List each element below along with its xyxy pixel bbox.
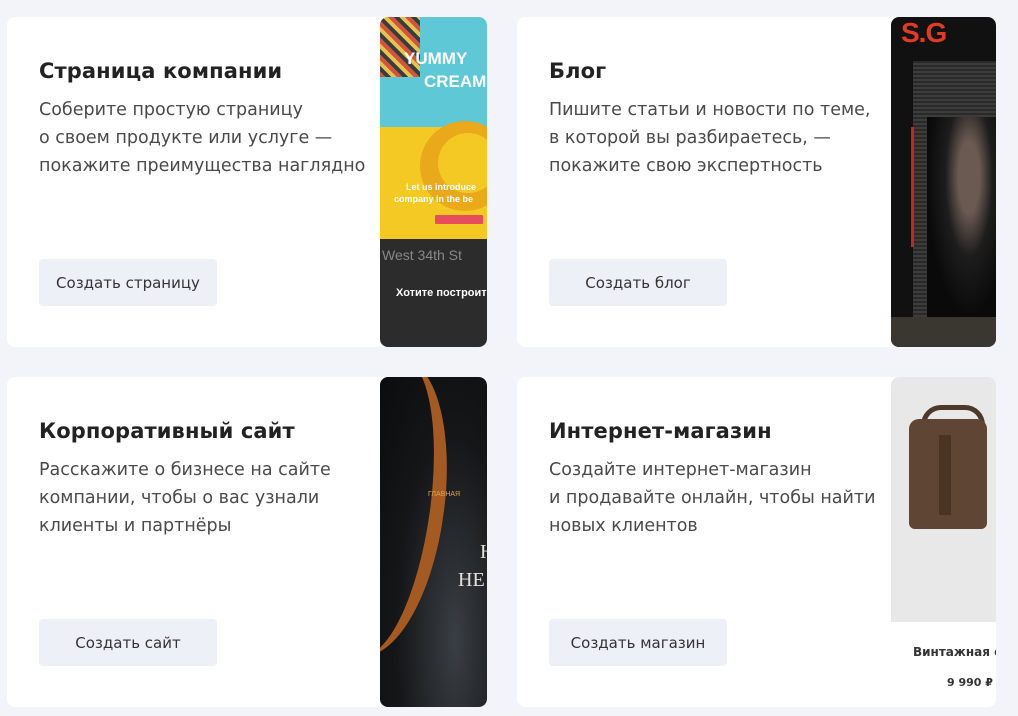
preview-store-image: Винтажная су 9 990 ₽ (891, 377, 996, 707)
description-line: Пишите статьи и новости по теме, (549, 100, 871, 120)
preview-text: Хотите построить (396, 287, 487, 299)
description-line: о своем продукте или услуге — (39, 128, 333, 148)
preview-arc (380, 377, 465, 665)
card-description: Создайте интернет-магазин и продавайте о… (549, 456, 879, 540)
backpack-strap (939, 435, 951, 515)
card-title: Корпоративный сайт (39, 419, 295, 443)
description-line: покажите преимущества наглядно (39, 156, 366, 176)
preview-nav-text: ГЛАВНАЯ (428, 491, 461, 498)
description-line: новых клиентов (549, 516, 698, 536)
preview-text: West 34th St (382, 247, 462, 263)
preview-text: CREAM (424, 72, 487, 91)
template-preview-corporate[interactable]: ГЛАВНАЯ H НЕ (380, 377, 487, 707)
preview-text: company in the be (394, 194, 474, 204)
preview-product-photo (891, 377, 996, 622)
preview-button-bar (435, 215, 483, 224)
preview-yellow-section: Let us introduce company in the be (380, 121, 487, 239)
preview-logo-text: S.G (901, 17, 947, 48)
card-company-page: Страница компании Соберите простую стран… (7, 17, 487, 347)
preview-blog-image: S.G (891, 17, 996, 347)
preview-product-price: 9 990 ₽ (947, 676, 993, 689)
preview-text: YUMMY (404, 49, 468, 68)
card-description: Пишите статьи и новости по теме, в котор… (549, 96, 879, 180)
preview-heading-text: H (480, 541, 487, 564)
template-preview-landing[interactable]: YUMMY CREAM Let us introduce company in … (380, 17, 487, 347)
card-title: Блог (549, 59, 607, 83)
card-corporate-site: Корпоративный сайт Расскажите о бизнесе … (7, 377, 487, 707)
description-line: клиенты и партнёры (39, 516, 232, 536)
preview-corporate-image: ГЛАВНАЯ H НЕ (380, 377, 487, 707)
description-line: покажите свою экспертность (549, 156, 823, 176)
create-store-button[interactable]: Создать магазин (549, 619, 727, 666)
card-description: Расскажите о бизнесе на сайте компании, … (39, 456, 369, 540)
description-line: компании, чтобы о вас узнали (39, 488, 320, 508)
description-line: Соберите простую страницу (39, 100, 303, 120)
template-preview-blog[interactable]: S.G (891, 17, 996, 347)
card-online-store: Интернет-магазин Создайте интернет-магаз… (517, 377, 996, 707)
preview-heading-text: НЕ (458, 569, 485, 591)
description-line: и продавайте онлайн, чтобы найти (549, 488, 876, 508)
preview-dark-section: West 34th St Хотите построить (380, 239, 487, 347)
create-page-button[interactable]: Создать страницу (39, 259, 217, 306)
preview-icecream-section: YUMMY CREAM (380, 17, 487, 127)
description-line: в которой вы разбираетесь, — (549, 128, 831, 148)
preview-product-name: Винтажная су (913, 645, 996, 659)
description-line: Создайте интернет-магазин (549, 460, 812, 480)
preview-runners (927, 117, 996, 317)
preview-text: Let us introduce (406, 182, 477, 192)
preview-floor (891, 317, 996, 347)
template-preview-store[interactable]: Винтажная су 9 990 ₽ (891, 377, 996, 707)
create-site-button[interactable]: Создать сайт (39, 619, 217, 666)
card-description: Соберите простую страницу о своем продук… (39, 96, 369, 180)
card-title: Страница компании (39, 59, 283, 83)
card-title: Интернет-магазин (549, 419, 772, 443)
description-line: Расскажите о бизнесе на сайте (39, 460, 331, 480)
create-blog-button[interactable]: Создать блог (549, 259, 727, 306)
preview-accent-line (911, 127, 914, 247)
card-blog: Блог Пишите статьи и новости по теме, в … (517, 17, 996, 347)
